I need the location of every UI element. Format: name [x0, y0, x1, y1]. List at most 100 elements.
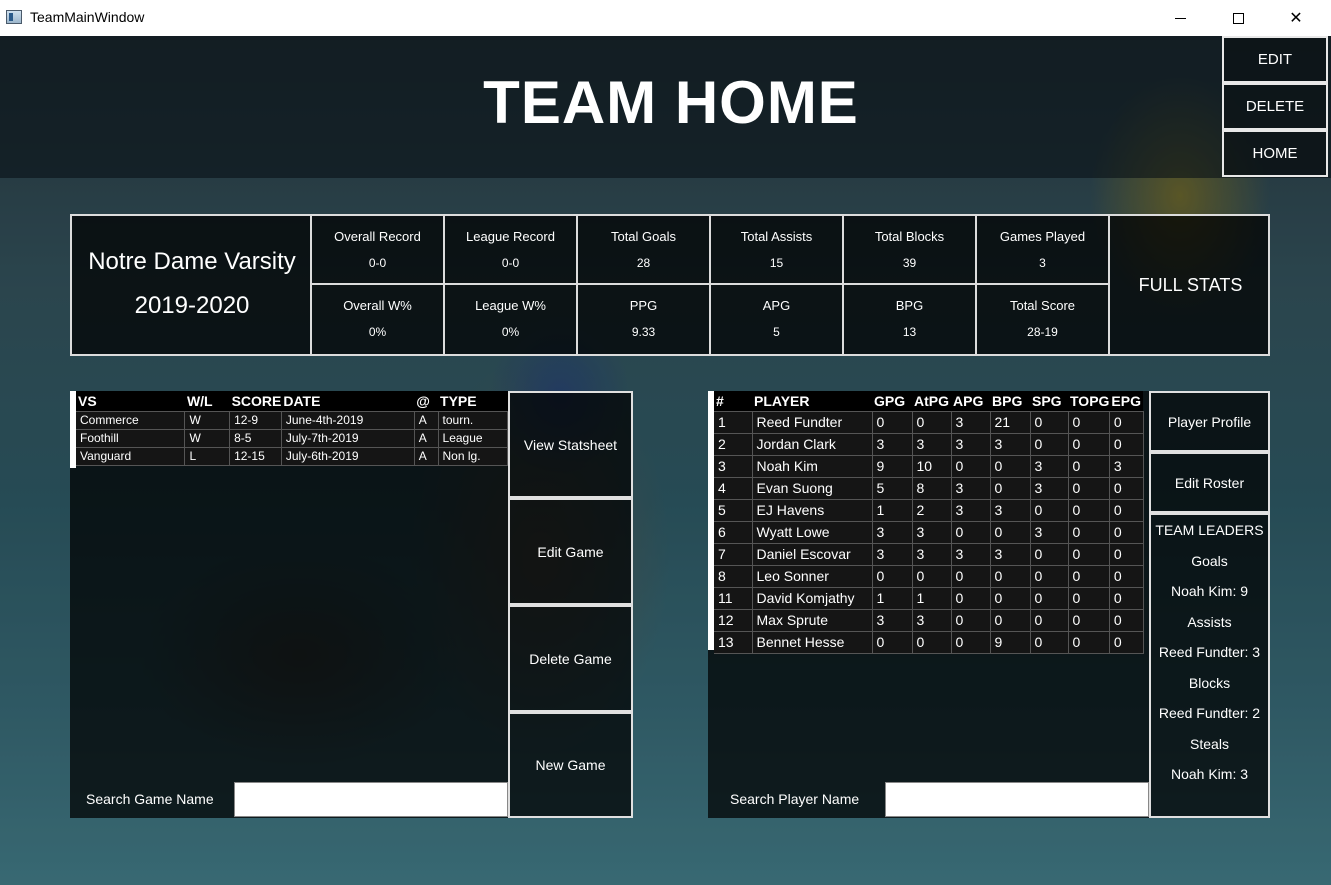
cell: David Komjathy [752, 587, 873, 610]
cell: 8 [912, 477, 952, 500]
cell: Vanguard [76, 447, 186, 466]
stat-label: Overall W% [343, 298, 412, 313]
view-statsheet-button[interactable]: View Statsheet [508, 391, 633, 498]
cell: 3 [872, 433, 913, 456]
cell: 2 [912, 499, 952, 522]
table-row[interactable]: 6 Wyatt Lowe 3 3 0 0 3 0 0 [714, 521, 1144, 544]
cell: 0 [1109, 477, 1144, 500]
games-table: VS W/L SCORE DATE @ TYPE Commerce W 12-9… [76, 391, 509, 466]
cell: 0 [1068, 631, 1110, 654]
cell: 8-5 [229, 429, 282, 448]
cell: 0 [1109, 631, 1144, 654]
leader-goals-value: Noah Kim: 9 [1170, 583, 1249, 599]
column-header-bpg[interactable]: BPG [990, 391, 1030, 412]
cell: 0 [1068, 543, 1110, 566]
table-row[interactable]: 3 Noah Kim 9 10 0 0 3 0 3 [714, 455, 1144, 478]
cell: 0 [1068, 411, 1110, 434]
search-game-label: Search Game Name [86, 791, 214, 807]
column-header-type[interactable]: TYPE [438, 391, 508, 412]
column-header-atpg[interactable]: AtPG [912, 391, 951, 412]
column-header-topg[interactable]: TOPG [1068, 391, 1110, 412]
column-header-location[interactable]: @ [414, 391, 439, 412]
cell: 3 [951, 499, 991, 522]
cell: June-4th-2019 [281, 411, 415, 430]
table-row[interactable]: 5 EJ Havens 1 2 3 3 0 0 0 [714, 499, 1144, 522]
table-row[interactable]: 2 Jordan Clark 3 3 3 3 0 0 0 [714, 433, 1144, 456]
cell: 1 [872, 587, 913, 610]
players-panel: # PLAYER GPG AtPG APG BPG SPG TOPG EPG 1… [708, 391, 1149, 818]
full-stats-button[interactable]: FULL STATS [1111, 216, 1270, 354]
search-game-input[interactable] [234, 782, 508, 817]
leader-blocks-label: Blocks [1188, 674, 1231, 691]
stat-total-blocks: Total Blocks 39 [844, 216, 977, 285]
cell: Evan Suong [752, 477, 873, 500]
cell: 3 [912, 543, 952, 566]
team-name: Notre Dame Varsity [88, 248, 296, 275]
home-button[interactable]: HOME [1222, 130, 1328, 177]
delete-game-button[interactable]: Delete Game [508, 605, 633, 712]
column-header-epg[interactable]: EPG [1109, 391, 1144, 412]
table-row[interactable]: Foothill W 8-5 July-7th-2019 A League [76, 429, 509, 448]
cell: Foothill [76, 429, 186, 448]
edit-game-button[interactable]: Edit Game [508, 498, 633, 605]
cell: 1 [714, 411, 753, 434]
cell: 4 [714, 477, 753, 500]
edit-roster-button[interactable]: Edit Roster [1149, 452, 1270, 513]
cell: EJ Havens [752, 499, 873, 522]
cell: 10 [912, 455, 952, 478]
column-header-wl[interactable]: W/L [184, 391, 230, 412]
cell: W [184, 429, 231, 448]
cell: 0 [912, 565, 952, 588]
column-header-apg[interactable]: APG [951, 391, 990, 412]
search-player-input[interactable] [885, 782, 1149, 817]
column-header-vs[interactable]: VS [76, 391, 185, 412]
column-header-gpg[interactable]: GPG [872, 391, 912, 412]
cell: 3 [872, 521, 913, 544]
stat-ppg: PPG 9.33 [578, 285, 711, 354]
column-header-number[interactable]: # [714, 391, 752, 412]
maximize-button[interactable] [1209, 0, 1267, 36]
table-row[interactable]: 11 David Komjathy 1 1 0 0 0 0 0 [714, 587, 1144, 610]
cell: 3 [990, 543, 1031, 566]
stat-label: Total Goals [610, 229, 677, 244]
table-row[interactable]: 4 Evan Suong 5 8 3 0 3 0 0 [714, 477, 1144, 500]
table-row[interactable]: 8 Leo Sonner 0 0 0 0 0 0 0 [714, 565, 1144, 588]
cell: 12 [714, 609, 753, 632]
table-row[interactable]: Vanguard L 12-15 July-6th-2019 A Non lg. [76, 447, 509, 466]
new-game-button[interactable]: New Game [508, 712, 633, 818]
cell: Leo Sonner [752, 565, 873, 588]
player-profile-button[interactable]: Player Profile [1149, 391, 1270, 452]
minimize-button[interactable] [1151, 0, 1209, 36]
table-row[interactable]: 12 Max Sprute 3 3 0 0 0 0 0 [714, 609, 1144, 632]
page-title: TEAM HOME [483, 69, 859, 136]
cell: 0 [1109, 433, 1144, 456]
cell: 0 [1030, 587, 1069, 610]
table-row[interactable]: 7 Daniel Escovar 3 3 3 3 0 0 0 [714, 543, 1144, 566]
delete-button[interactable]: DELETE [1222, 83, 1328, 130]
cell: 0 [1109, 587, 1144, 610]
stat-value: 28-19 [1027, 325, 1058, 339]
column-header-score[interactable]: SCORE [229, 391, 282, 412]
cell: 0 [1068, 609, 1110, 632]
cell: W [184, 411, 231, 430]
cell: 3 [951, 543, 991, 566]
cell: 0 [990, 609, 1031, 632]
team-season: 2019-2020 [134, 292, 250, 319]
table-row[interactable]: Commerce W 12-9 June-4th-2019 A tourn. [76, 411, 509, 430]
table-row[interactable]: 13 Bennet Hesse 0 0 0 9 0 0 0 [714, 631, 1144, 654]
column-header-player[interactable]: PLAYER [752, 391, 872, 412]
cell: 2 [714, 433, 753, 456]
maximize-icon [1232, 12, 1244, 24]
cell: 9 [990, 631, 1031, 654]
column-header-date[interactable]: DATE [281, 391, 415, 412]
cell: 0 [912, 631, 952, 654]
column-header-spg[interactable]: SPG [1030, 391, 1068, 412]
edit-button[interactable]: EDIT [1222, 36, 1328, 83]
stat-value: 9.33 [631, 325, 656, 339]
close-button[interactable]: ✕ [1267, 0, 1325, 36]
stat-label: League W% [475, 298, 546, 313]
players-table: # PLAYER GPG AtPG APG BPG SPG TOPG EPG 1… [714, 391, 1144, 654]
stat-label: PPG [629, 298, 658, 313]
table-row[interactable]: 1 Reed Fundter 0 0 3 21 0 0 0 [714, 411, 1144, 434]
cell: 1 [872, 499, 913, 522]
